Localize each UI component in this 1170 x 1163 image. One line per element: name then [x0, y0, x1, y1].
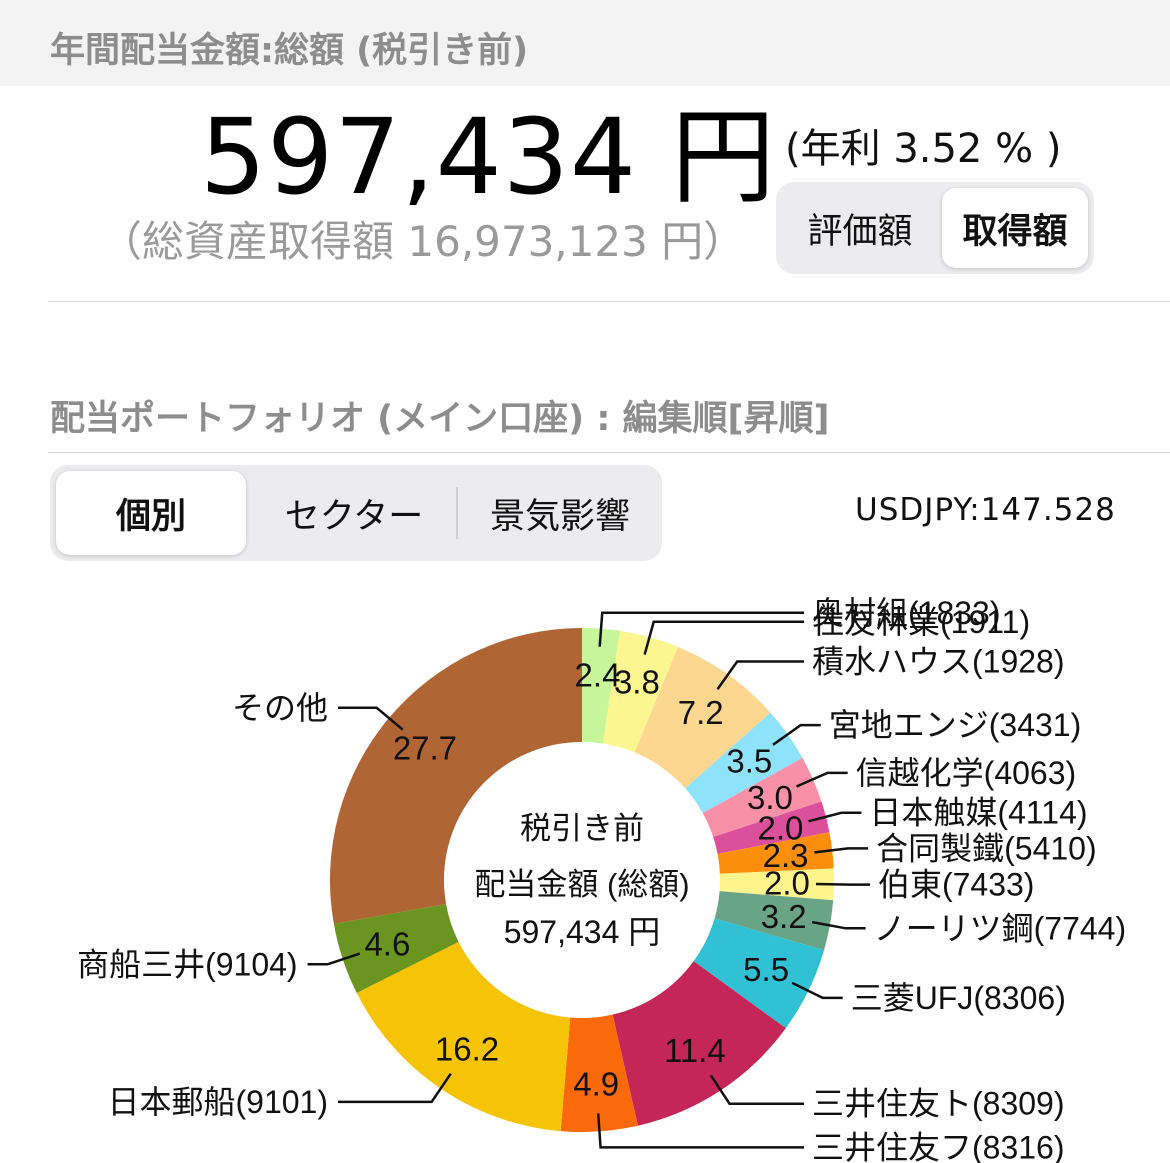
slice-name-label: 住友林業(1911) [812, 604, 1030, 640]
leader-line [815, 882, 870, 886]
slice-value-label: 3.8 [614, 663, 660, 700]
slice-value-label: 2.0 [764, 865, 810, 902]
annual-dividend-amount: 597,434 円 [200, 96, 777, 218]
slice-value-label: 11.4 [664, 1032, 726, 1069]
slice-name-label: ノーリツ鋼(7744) [874, 910, 1127, 946]
slice-name-label: 伯東(7433) [878, 867, 1035, 903]
slice-name-label: 日本触媒(4114) [869, 795, 1087, 831]
dividend-portfolio-donut-chart: 2.4奥村組(1833)3.8住友林業(1911)7.2積水ハウス(1928)3… [77, 595, 1127, 1163]
slice-value-label: 4.6 [364, 925, 410, 962]
slice-value-label: 4.9 [573, 1066, 619, 1103]
slice-name-label: その他 [232, 690, 328, 726]
slice-value-label: 16.2 [435, 1031, 499, 1068]
slice-value-label: 5.5 [743, 951, 789, 988]
portfolio-view-tabs: 個別 セクター 景気影響 [50, 465, 662, 561]
basis-toggle: 評価額 取得額 [776, 182, 1094, 274]
portfolio-title: 配当ポートフォリオ (メイン口座) : 編集順[昇順] [50, 399, 830, 439]
donut-center-text: 597,434 円 [504, 914, 661, 950]
slice-value-label: 27.7 [393, 729, 457, 766]
slice-name-label: 三井住友ト(8309) [812, 1086, 1065, 1122]
usdjpy-rate: USDJPY:147.528 [855, 492, 1116, 528]
total-assets-acquisition: （総資産取得額 16,973,123 円） [100, 217, 746, 266]
divider [48, 301, 1170, 302]
slice-value-label: 3.5 [726, 743, 772, 780]
slice-name-label: 宮地エンジ(3431) [829, 707, 1082, 743]
slice-name-label: 三井住友フ(8316) [812, 1129, 1065, 1163]
tab-individual[interactable]: 個別 [56, 471, 246, 555]
slice-name-label: 積水ハウス(1928) [812, 644, 1065, 680]
slice-value-label: 7.2 [678, 694, 724, 731]
tab-sector[interactable]: セクター [256, 471, 452, 555]
slice-name-label: 合同製鐵(5410) [876, 830, 1097, 866]
annual-dividend-title: 年間配当金額:総額 (税引き前) [50, 31, 529, 71]
divider [48, 452, 1170, 453]
donut-center-text: 税引き前 [520, 811, 644, 846]
annual-yield: (年利 3.52 % ) [785, 126, 1062, 172]
slice-name-label: 日本郵船(9101) [107, 1084, 328, 1120]
slice-value-label: 3.2 [761, 898, 807, 935]
tab-economic-impact[interactable]: 景気影響 [462, 471, 658, 555]
slice-name-label: 商船三井(9104) [77, 946, 298, 982]
acquisition-option[interactable]: 取得額 [942, 188, 1088, 268]
tab-divider [456, 487, 458, 539]
donut-center-text: 配当金額 (総額) [474, 867, 689, 902]
slice-name-label: 信越化学(4063) [856, 755, 1077, 791]
slice-name-label: 三菱UFJ(8306) [851, 980, 1066, 1016]
valuation-option[interactable]: 評価額 [784, 188, 936, 268]
